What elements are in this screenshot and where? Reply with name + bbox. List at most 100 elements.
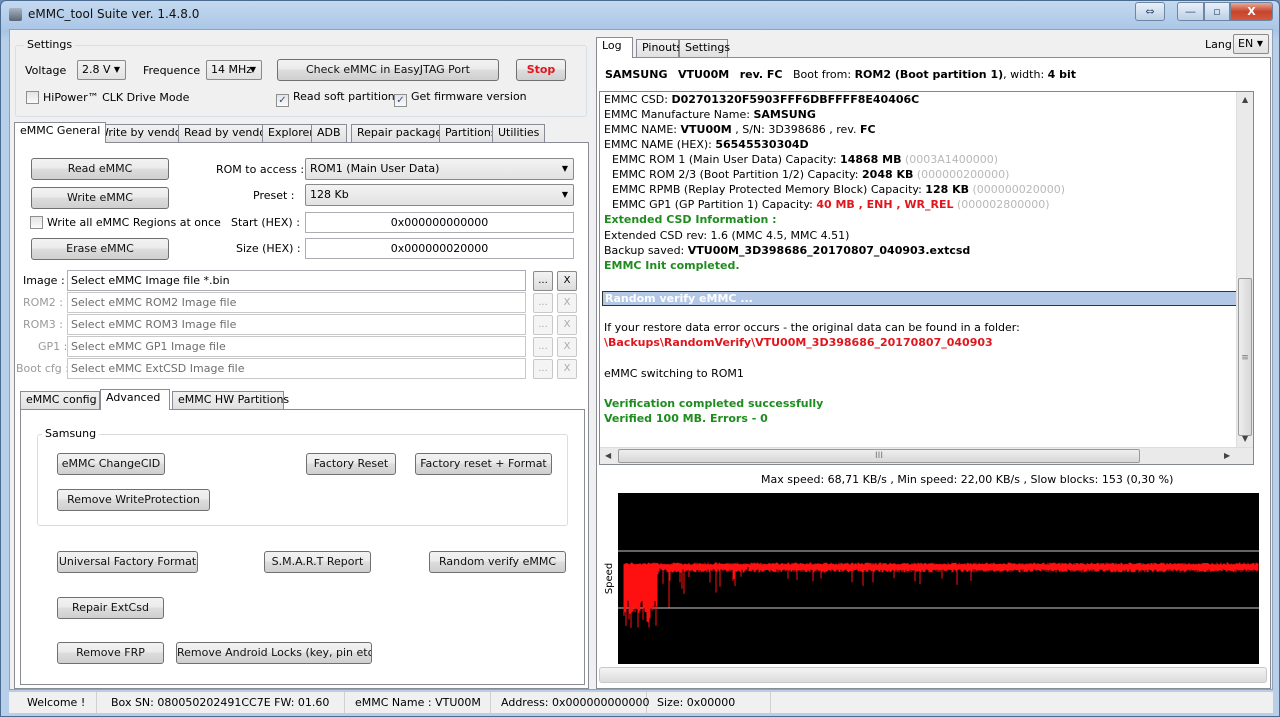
image-file-label: Image : — [23, 274, 65, 287]
sub-tabstrip: eMMC config Advanced eMMC HW Partitions — [20, 389, 585, 410]
size-hex-input[interactable]: 0x000000020000 — [305, 238, 574, 259]
image-clear-button[interactable]: X — [557, 271, 577, 291]
device-name: VTU00M — [677, 68, 730, 81]
log-value: D02701320F5903FFF6DBFFFF8E40406C — [671, 93, 920, 106]
boot-cfg-file-label: Boot cfg : — [16, 362, 69, 375]
boot-cfg-browse-button[interactable]: ... — [533, 359, 553, 379]
log-line-rpmb: EMMC RPMB (Replay Protected Memory Block… — [612, 183, 1065, 196]
checkmark-icon: ✓ — [276, 94, 289, 107]
factory-reset-format-button[interactable]: Factory reset + Format — [415, 453, 552, 475]
status-bar: Welcome ! Box SN: 080050202491CC7E FW: 0… — [9, 691, 1273, 714]
read-emmc-label: Read eMMC — [67, 162, 133, 175]
remove-frp-button[interactable]: Remove FRP — [57, 642, 164, 664]
log-vertical-thumb[interactable]: ≡ — [1238, 278, 1252, 436]
random-verify-button[interactable]: Random verify eMMC — [429, 551, 566, 573]
width-label: , width: — [1003, 68, 1045, 81]
log-hex: (000002800000) — [956, 198, 1050, 211]
log-line-gp1: EMMC GP1 (GP Partition 1) Capacity: 40 M… — [612, 198, 1050, 211]
write-all-regions-checkbox[interactable]: Write all eMMC Regions at once — [30, 216, 221, 229]
rom3-browse-button[interactable]: ... — [533, 315, 553, 335]
random-verify-label: Random verify eMMC — [438, 555, 556, 568]
image-file-input[interactable]: Select eMMC Image file *.bin — [67, 270, 526, 291]
erase-emmc-button[interactable]: Erase eMMC — [31, 238, 169, 260]
gp1-browse-button[interactable]: ... — [533, 337, 553, 357]
tab-log[interactable]: Log — [596, 37, 633, 58]
checkmark-icon: ✓ — [394, 94, 407, 107]
change-cid-button[interactable]: eMMC ChangeCID — [57, 453, 165, 475]
tab-advanced[interactable]: Advanced — [100, 389, 170, 410]
tab-emmc-hw-partitions[interactable]: eMMC HW Partitions — [172, 391, 289, 409]
boot-cfg-file-input[interactable]: Select eMMC ExtCSD Image file — [67, 358, 526, 379]
remove-android-locks-button[interactable]: Remove Android Locks (key, pin etc..) — [176, 642, 372, 664]
stop-button[interactable]: Stop — [516, 59, 566, 81]
log-label: EMMC RPMB (Replay Protected Memory Block… — [612, 183, 926, 196]
hipower-label: HiPower™ CLK Drive Mode — [43, 91, 190, 104]
tab-adb[interactable]: ADB — [311, 124, 347, 142]
repair-extcsd-button[interactable]: Repair ExtCsd — [57, 597, 164, 619]
resize-button[interactable]: ⇔ — [1135, 2, 1165, 21]
chevron-down-icon: ▼ — [249, 65, 256, 74]
rom3-file-input[interactable]: Select eMMC ROM3 Image file — [67, 314, 526, 335]
log-line-rom23: EMMC ROM 2/3 (Boot Partition 1/2) Capaci… — [612, 168, 1009, 181]
boot-value: ROM2 (Boot partition 1) — [854, 68, 1004, 81]
preset-select[interactable]: 128 Kb ▼ — [305, 184, 574, 206]
minimize-button[interactable]: — — [1177, 2, 1204, 21]
factory-reset-button[interactable]: Factory Reset — [306, 453, 396, 475]
read-emmc-button[interactable]: Read eMMC — [31, 158, 169, 180]
gp1-file-input[interactable]: Select eMMC GP1 Image file — [67, 336, 526, 357]
maximize-button[interactable]: ▫ — [1204, 2, 1230, 21]
smart-report-button[interactable]: S.M.A.R.T Report — [264, 551, 371, 573]
log-line-restore-path: \Backups\RandomVerify\VTU00M_3D398686_20… — [604, 336, 993, 349]
frequence-select[interactable]: 14 MHz ▼ — [206, 60, 262, 80]
log-line-csd: EMMC CSD: D02701320F5903FFF6DBFFFF8E4040… — [604, 93, 919, 106]
rom-access-select[interactable]: ROM1 (Main User Data) ▼ — [305, 158, 574, 180]
log-line-backup: Backup saved: VTU00M_3D398686_20170807_0… — [604, 244, 970, 257]
rom2-file-input[interactable]: Select eMMC ROM2 Image file — [67, 292, 526, 313]
remove-wp-button[interactable]: Remove WriteProtection — [57, 489, 210, 511]
log-rev: FC — [859, 123, 876, 136]
tab-settings[interactable]: Settings — [679, 39, 730, 57]
boot-cfg-clear-button[interactable]: X — [557, 359, 577, 379]
lang-select[interactable]: EN ▼ — [1233, 34, 1269, 54]
close-button[interactable]: X — [1230, 2, 1273, 21]
scroll-up-icon[interactable]: ▲ — [1242, 95, 1248, 104]
start-hex-input[interactable]: 0x000000000000 — [305, 212, 574, 233]
image-browse-button[interactable]: ... — [533, 271, 553, 291]
rom2-browse-button[interactable]: ... — [533, 293, 553, 313]
tab-emmc-config[interactable]: eMMC config — [20, 391, 100, 409]
log-line-init-completed: EMMC Init completed. — [604, 259, 740, 272]
rom3-clear-button[interactable]: X — [557, 315, 577, 335]
check-emmc-button[interactable]: Check eMMC in EasyJTAG Port — [277, 59, 499, 81]
log-vertical-scrollbar[interactable]: ▲ ≡ ▼ — [1236, 92, 1253, 448]
log-horizontal-thumb[interactable]: III — [618, 449, 1140, 463]
rom-access-value: ROM1 (Main User Data) — [310, 162, 440, 175]
log-label: EMMC NAME (HEX): — [604, 138, 716, 151]
log-horizontal-scrollbar[interactable]: ◀ III ▶ — [600, 447, 1253, 464]
log-label: EMMC ROM 1 (Main User Data) Capacity: — [612, 153, 841, 166]
log-view[interactable]: EMMC CSD: D02701320F5903FFF6DBFFFF8E4040… — [599, 91, 1254, 465]
tab-utilities[interactable]: Utilities — [492, 124, 546, 142]
log-value: VTU00M_3D398686_20170807_040903.extcsd — [687, 244, 971, 257]
tab-write-by-vendor[interactable]: Write by vendor — [92, 124, 193, 142]
tab-pinouts[interactable]: Pinouts — [636, 39, 682, 57]
rom2-clear-button[interactable]: X — [557, 293, 577, 313]
get-firmware-checkbox[interactable]: ✓ Get firmware version — [394, 90, 527, 107]
voltage-label: Voltage — [25, 64, 67, 77]
chart-ylabel: Speed — [604, 562, 616, 595]
scroll-right-icon[interactable]: ▶ — [1224, 451, 1230, 460]
scroll-down-icon[interactable]: ▼ — [1242, 434, 1248, 443]
preset-label: Preset : — [253, 189, 295, 202]
voltage-select[interactable]: 2.8 V ▼ — [77, 60, 126, 80]
voltage-value: 2.8 V — [82, 63, 111, 76]
lang-label: Lang — [1205, 38, 1232, 51]
write-emmc-button[interactable]: Write eMMC — [31, 187, 169, 209]
hipower-checkbox[interactable]: HiPower™ CLK Drive Mode — [26, 91, 189, 104]
status-size: Size: 0x00000 — [649, 692, 771, 714]
tab-emmc-general[interactable]: eMMC General — [14, 122, 107, 143]
log-line-rom1: EMMC ROM 1 (Main User Data) Capacity: 14… — [612, 153, 998, 166]
gp1-clear-button[interactable]: X — [557, 337, 577, 357]
read-soft-partitions-checkbox[interactable]: ✓ Read soft partitions — [276, 90, 401, 107]
scroll-left-icon[interactable]: ◀ — [605, 451, 611, 460]
universal-format-button[interactable]: Universal Factory Format — [57, 551, 198, 573]
write-emmc-label: Write eMMC — [67, 191, 133, 204]
